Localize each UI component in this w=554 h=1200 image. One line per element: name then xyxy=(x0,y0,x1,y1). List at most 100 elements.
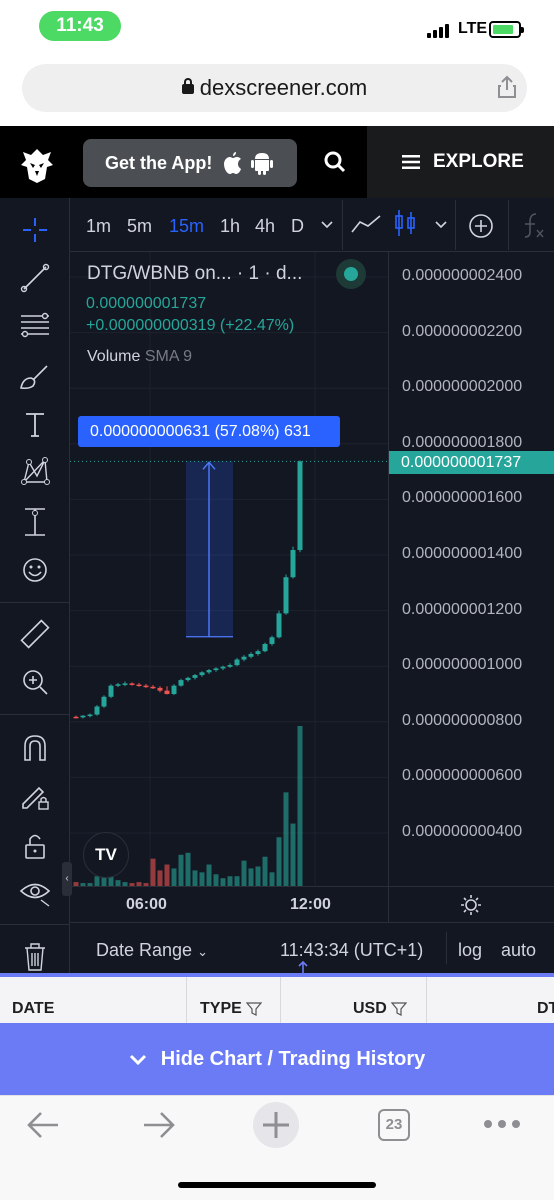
candle-body xyxy=(87,714,93,717)
network-label: LTE xyxy=(458,20,488,37)
explore-label: EXPLORE xyxy=(433,151,524,172)
price-axis-label: 0.000000001000 xyxy=(402,656,523,674)
price-range-icon[interactable] xyxy=(17,504,53,540)
candle-body xyxy=(262,643,268,652)
price-axis[interactable] xyxy=(388,252,554,922)
timeframe-chevron-down-icon[interactable] xyxy=(320,220,334,230)
candle-body xyxy=(150,686,156,689)
volume-bar xyxy=(248,868,254,886)
price-axis-label: 0.000000000800 xyxy=(402,711,523,729)
filter-icon[interactable] xyxy=(390,1002,407,1016)
text-tool-icon[interactable] xyxy=(17,406,53,442)
price-axis-label: 0.000000001600 xyxy=(402,489,523,507)
timeframe-5m[interactable]: 5m xyxy=(127,216,152,237)
pair-title[interactable]: DTG/WBNB on... · 1 · d... xyxy=(87,263,302,285)
price-axis-label: 0.000000002400 xyxy=(402,267,523,284)
zoom-in-icon[interactable] xyxy=(17,664,53,700)
lock-drawing-icon[interactable] xyxy=(17,778,53,814)
timeframe-1m[interactable]: 1m xyxy=(86,216,111,237)
android-icon xyxy=(251,153,273,175)
add-compare-icon[interactable] xyxy=(467,212,495,240)
tradingview-logo-icon[interactable]: TV xyxy=(83,832,129,878)
volume-bar xyxy=(199,872,205,886)
price-axis-label: 0.000000002200 xyxy=(402,322,523,340)
price-axis-label: 0.000000001400 xyxy=(402,545,523,562)
chart-settings-icon[interactable] xyxy=(460,894,482,916)
candle-body xyxy=(248,653,254,657)
timeframe-d[interactable]: D xyxy=(291,216,304,237)
trash-icon[interactable] xyxy=(17,938,53,974)
brush-icon[interactable] xyxy=(17,358,53,394)
price-axis-label: 0.000000000400 xyxy=(402,823,523,840)
chart-clock[interactable]: 11:43:34 (UTC+1) xyxy=(280,940,423,961)
candle-body xyxy=(129,683,135,685)
chevron-down-icon xyxy=(129,1054,146,1065)
explore-button[interactable]: EXPLORE xyxy=(367,126,554,198)
dexscreener-logo-icon[interactable] xyxy=(18,146,56,184)
market-status-icon[interactable] xyxy=(336,259,366,289)
volume-bar xyxy=(283,792,289,886)
timeframe-4h[interactable]: 4h xyxy=(255,216,275,237)
ruler-icon[interactable] xyxy=(17,616,53,652)
volume-bar xyxy=(220,878,226,886)
unlock-icon[interactable] xyxy=(17,828,53,864)
candles-icon[interactable] xyxy=(394,208,416,238)
hide-chart-button[interactable]: Hide Chart / Trading History xyxy=(0,1023,554,1095)
timeframe-1h[interactable]: 1h xyxy=(220,216,240,237)
pattern-icon[interactable] xyxy=(17,454,53,490)
volume-legend[interactable]: Volume SMA 9 xyxy=(87,348,192,366)
volume-bar xyxy=(241,860,247,886)
volume-bar xyxy=(171,868,177,886)
magnet-icon[interactable] xyxy=(17,730,53,766)
new-tab-icon[interactable] xyxy=(252,1101,300,1149)
emoji-icon[interactable] xyxy=(17,552,53,588)
column-dt[interactable]: DT xyxy=(537,977,554,1023)
column-type-label: TYPE xyxy=(200,1000,242,1017)
address-bar[interactable]: dexscreener.com xyxy=(22,64,527,112)
signal-icon xyxy=(427,24,449,38)
line-chart-icon[interactable] xyxy=(350,212,382,236)
volume-bar xyxy=(276,837,282,886)
chart-type-chevron-down-icon[interactable] xyxy=(434,220,448,230)
indicators-icon[interactable] xyxy=(520,210,546,240)
chevron-down-icon: ⌄ xyxy=(197,944,208,959)
search-icon[interactable] xyxy=(323,150,347,174)
date-range-button[interactable]: Date Range ⌄ xyxy=(96,940,208,961)
candle-body xyxy=(143,685,149,688)
get-app-button[interactable]: Get the App! xyxy=(83,139,297,187)
volume-bar xyxy=(290,823,296,886)
eye-icon[interactable] xyxy=(17,874,53,910)
fib-retracement-icon[interactable] xyxy=(17,308,53,344)
filter-icon[interactable] xyxy=(245,1002,262,1016)
timeframe-15m[interactable]: 15m xyxy=(169,216,204,237)
log-scale-button[interactable]: log xyxy=(458,940,482,961)
share-icon[interactable] xyxy=(495,75,519,99)
url-display[interactable]: dexscreener.com xyxy=(22,64,527,112)
legend-price: 0.000000001737 xyxy=(86,295,207,312)
volume-bar xyxy=(255,866,261,886)
back-arrow-icon[interactable] xyxy=(26,1110,60,1140)
column-date[interactable]: DATE xyxy=(12,977,54,1023)
volume-bar xyxy=(297,726,303,886)
legend-change: +0.000000000319 (+22.47%) xyxy=(86,317,295,334)
volume-bar xyxy=(269,872,275,886)
forward-arrow-icon[interactable] xyxy=(142,1110,176,1140)
status-bar: 11:43 LTE xyxy=(0,0,554,52)
menu-icon[interactable] xyxy=(402,155,420,169)
drawing-toolbar xyxy=(0,198,70,973)
crosshair-icon[interactable] xyxy=(17,212,53,248)
auto-scale-button[interactable]: auto xyxy=(501,940,536,961)
time-label-0600: 06:00 xyxy=(126,896,167,913)
trading-history-header xyxy=(0,977,554,1023)
more-icon[interactable] xyxy=(483,1118,521,1130)
candle-body xyxy=(185,677,191,681)
candle-body xyxy=(178,680,184,686)
column-type[interactable]: TYPE xyxy=(200,977,262,1023)
trend-line-icon[interactable] xyxy=(17,260,53,296)
volume-bar xyxy=(234,876,240,886)
volume-bar xyxy=(213,874,219,886)
hide-chart-label: Hide Chart / Trading History xyxy=(160,1048,426,1070)
column-usd[interactable]: USD xyxy=(353,977,407,1023)
candle-body xyxy=(227,665,233,667)
tabs-button[interactable]: 23 xyxy=(378,1109,410,1141)
